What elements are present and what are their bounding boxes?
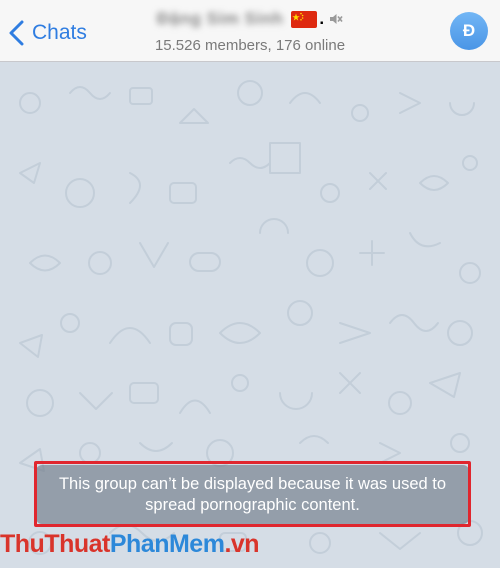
watermark-logo: ThuThuatPhanMem.vn bbox=[0, 530, 260, 558]
group-blocked-notice: This group can’t be displayed because it… bbox=[36, 465, 469, 524]
avatar-initial: Đ bbox=[462, 21, 476, 40]
title-separator: . bbox=[319, 9, 325, 28]
chevron-left-icon bbox=[9, 20, 24, 46]
china-flag-icon bbox=[291, 10, 318, 28]
back-label: Chats bbox=[32, 21, 87, 44]
navigation-bar: Chats Đặng Sim Sinh . 15.526 members, 17… bbox=[0, 0, 500, 62]
group-name: Đặng Sim Sinh bbox=[156, 9, 284, 28]
group-avatar[interactable]: Đ bbox=[450, 12, 488, 50]
back-button[interactable]: Chats bbox=[8, 18, 87, 48]
member-status: 15.526 members, 176 online bbox=[154, 37, 346, 54]
speaker-muted-icon bbox=[330, 14, 343, 24]
chat-area: This group can’t be displayed because it… bbox=[0, 63, 500, 568]
chat-title[interactable]: Đặng Sim Sinh . 15.526 members, 176 onli… bbox=[100, 6, 400, 54]
